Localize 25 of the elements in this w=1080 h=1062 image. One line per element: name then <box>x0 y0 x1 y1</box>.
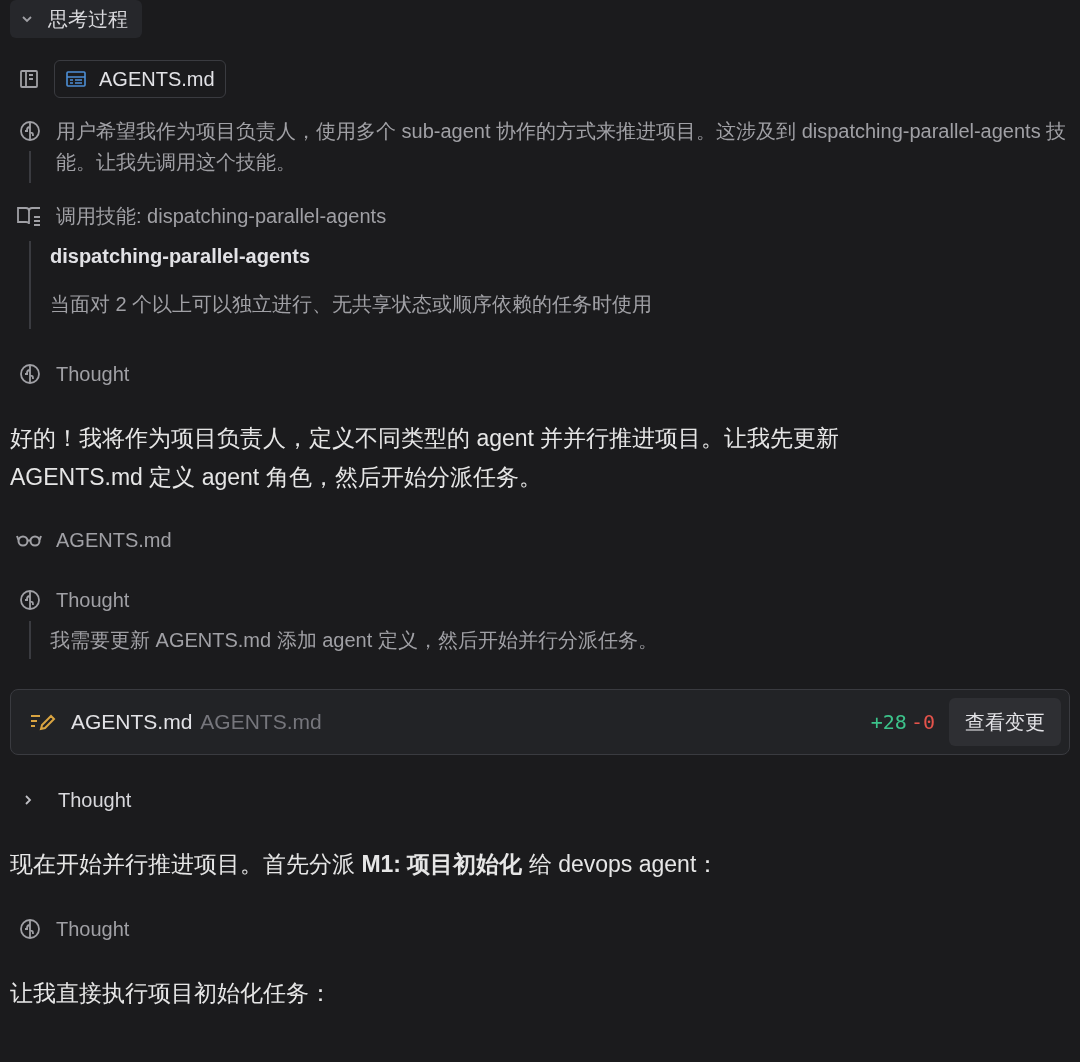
thought-label: Thought <box>56 362 130 387</box>
skill-label: 调用技能: dispatching-parallel-agents <box>56 204 387 229</box>
thought-toggle[interactable]: Thought <box>22 785 132 815</box>
skill-title: dispatching-parallel-agents <box>50 244 312 269</box>
file-name: AGENTS.md <box>56 528 172 553</box>
removed-count: -0 <box>910 709 935 736</box>
thought-label: Thought <box>56 917 130 942</box>
skill-description: 当面对 2 个以上可以独立进行、无共享状态或顺序依赖的任务时使用 <box>50 292 654 317</box>
book-icon <box>16 205 42 227</box>
message-text: 现在开始并行推进项目。首先分派 M1: 项目初始化 给 devops agent： <box>10 850 721 879</box>
added-count: +28 <box>870 709 907 736</box>
message-text: 让我直接执行项目初始化任务： <box>10 979 333 1008</box>
thought-label: Thought <box>56 588 130 613</box>
document-icon <box>18 68 40 90</box>
glasses-icon <box>16 533 42 547</box>
file-chip[interactable]: AGENTS.md <box>54 60 226 98</box>
view-changes-button[interactable]: 查看变更 <box>949 698 1061 746</box>
file-icon <box>65 70 87 88</box>
thought-text: 用户希望我作为项目负责人，使用多个 sub-agent 协作的方式来推进项目。这涉及到 dispatching-parallel-agents 技能。让我先调用这个技能。 <box>56 119 1068 175</box>
thought-text: 我需要更新 AGENTS.md 添加 agent 定义，然后开始并行分派任务。 <box>50 628 659 653</box>
chevron-right-icon <box>22 794 34 806</box>
section-toggle[interactable]: 思考过程 <box>10 0 142 38</box>
file-name: AGENTS.md <box>71 709 193 736</box>
message-text: 好的！我将作为项目负责人，定义不同类型的 agent 并并行推进项目。让我先更新 AGENTS.md 定义 agent 角色，然后开始分派任务。 <box>10 424 841 492</box>
file-path: AGENTS.md <box>200 709 323 736</box>
